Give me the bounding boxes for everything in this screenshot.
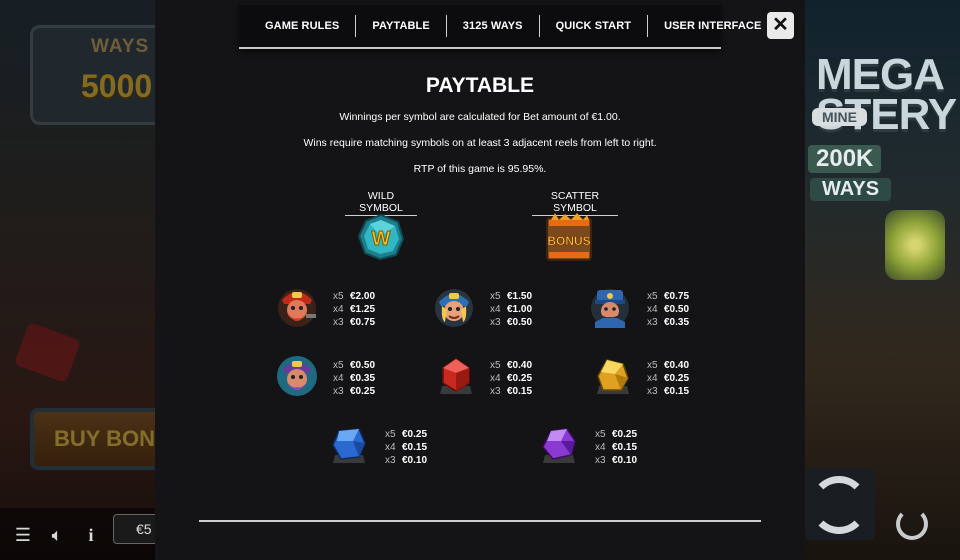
wild-symbol-icon: W	[357, 213, 405, 261]
blue-miner-pays: x5 €0.75 x4 €0.50 x3 €0.35	[647, 291, 690, 328]
red-miner-pays: x5 €2.00 x4 €1.25 x3 €0.75	[333, 291, 376, 328]
scatter-symbol-icon: BONUS	[545, 212, 593, 264]
gold-gem-icon	[593, 356, 633, 398]
svg-text:BONUS: BONUS	[547, 234, 590, 248]
description-rtp: RTP of this game is 95.95%.	[413, 163, 547, 175]
svg-text:W: W	[372, 228, 391, 250]
description-ways: Wins require matching symbols on at leas…	[303, 137, 657, 149]
info-icon[interactable]: i	[78, 522, 104, 548]
red-miner-icon	[274, 284, 320, 330]
close-icon: ✕	[772, 14, 789, 36]
blonde-miner-pays: x5 €1.50 x4 €1.00 x3 €0.50	[490, 291, 533, 328]
mine-label: MINE	[812, 108, 867, 126]
spin-icon[interactable]	[810, 476, 868, 534]
lamp-decoration	[885, 210, 945, 280]
blonde-miner-icon	[431, 284, 477, 330]
blue-miner-icon	[587, 284, 633, 330]
tab-ways[interactable]: 3125 WAYS	[447, 15, 540, 37]
purple-miner-icon	[274, 353, 320, 399]
autoplay-icon[interactable]	[896, 508, 928, 540]
ways-label: WAYS	[810, 178, 892, 201]
blue-gem-pays: x5 €0.25 x4 €0.15 x3 €0.10	[385, 429, 428, 466]
purple-miner-pays: x5 €0.50 x4 €0.35 x3 €0.25	[333, 360, 376, 397]
page-title: PAYTABLE	[425, 74, 535, 97]
tab-quick-start[interactable]: QUICK START	[540, 15, 649, 37]
sound-icon[interactable]: 🔈︎	[44, 522, 70, 548]
close-button[interactable]: ✕	[767, 12, 794, 39]
purple-gem-icon	[539, 425, 579, 467]
description-bet: Winnings per symbol are calculated for B…	[339, 111, 621, 123]
tab-game-rules[interactable]: GAME RULES	[239, 15, 357, 37]
red-gem-icon	[436, 356, 476, 398]
tab-user-interface[interactable]: USER INTERFACE	[648, 15, 777, 37]
jackpot-value: 200K	[808, 145, 882, 173]
purple-gem-pays: x5 €0.25 x4 €0.15 x3 €0.10	[595, 429, 638, 466]
background-left: WAYS 5000 BUY BON ☰ 🔈︎ i	[0, 0, 155, 560]
paytable-panel: GAME RULES PAYTABLE 3125 WAYS QUICK STAR…	[155, 0, 805, 560]
game-screen: WAYS 5000 BUY BON ☰ 🔈︎ i €5 MEGA STERY MI…	[0, 0, 960, 560]
wild-heading: WILD SYMBOL	[345, 190, 417, 216]
menu-icon[interactable]: ☰	[10, 522, 36, 548]
blue-gem-icon	[329, 425, 369, 467]
help-tabs: GAME RULES PAYTABLE 3125 WAYS QUICK STAR…	[239, 5, 761, 49]
gold-gem-pays: x5 €0.40 x4 €0.25 x3 €0.15	[647, 360, 690, 397]
panel-divider	[199, 520, 761, 522]
tab-paytable[interactable]: PAYTABLE	[356, 15, 447, 37]
red-gem-pays: x5 €0.40 x4 €0.25 x3 €0.15	[490, 360, 533, 397]
